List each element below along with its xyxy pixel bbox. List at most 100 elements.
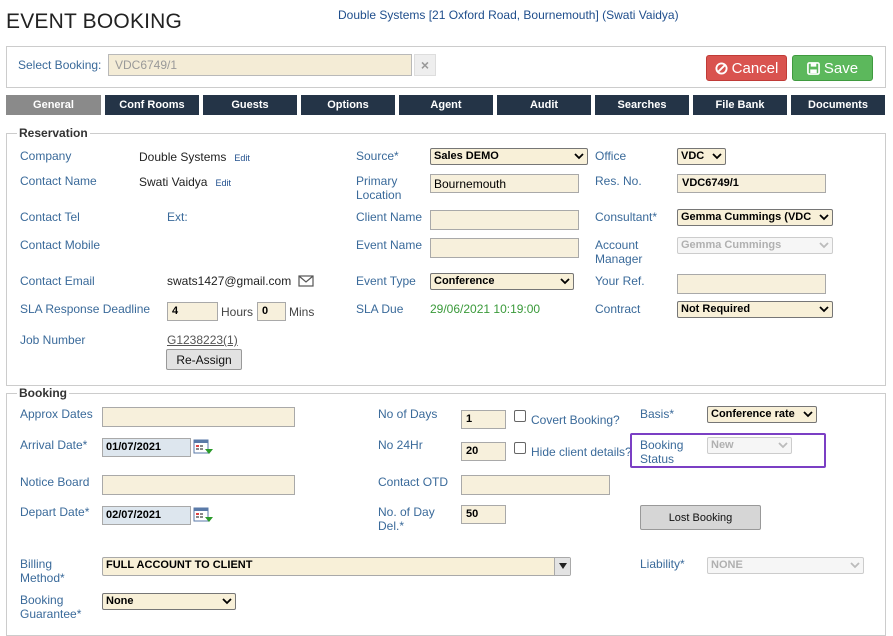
tab-agent[interactable]: Agent [399,95,493,115]
billing-method-label-line1: Billing [20,557,53,571]
booking-status-label-line1: Booking [640,438,684,452]
source-select[interactable]: Sales DEMO [430,148,588,165]
notice-board-input[interactable] [102,475,295,495]
account-manager-label-line2: Manager [595,252,643,266]
sla-due-value: 29/06/2021 10:19:00 [430,302,541,316]
approx-dates-input[interactable] [102,407,295,427]
your-ref-input[interactable] [677,274,826,294]
client-name-label: Client Name [356,210,423,224]
contact-name-label: Contact Name [20,174,97,188]
booking-guarantee-select[interactable]: None [102,593,236,610]
billing-method-label: Billing Method* [20,557,65,585]
res-no-input[interactable]: VDC6749/1 [677,174,826,193]
basis-label: Basis* [640,407,675,421]
envelope-icon[interactable] [298,275,314,287]
approx-dates-label: Approx Dates [20,407,93,421]
liability-select: NONE [707,557,864,574]
event-type-value: Conference [434,275,495,287]
billing-method-select[interactable]: FULL ACCOUNT TO CLIENT [102,557,571,576]
sla-mins-input[interactable]: 0 [257,302,286,321]
hide-client-details-label: Hide client details? [531,445,632,459]
sla-due-label: SLA Due [356,302,404,316]
source-label: Source* [356,149,399,163]
select-booking-label: Select Booking: [18,58,102,72]
contact-name-edit-link[interactable]: Edit [215,178,231,188]
chevron-down-icon [222,598,232,605]
contact-otd-label: Contact OTD [378,475,449,489]
billing-dropdown-button[interactable] [554,558,570,575]
hide-client-details-checkbox[interactable] [514,442,526,454]
chevron-down-icon [819,306,829,313]
reassign-button[interactable]: Re-Assign [166,349,242,370]
hours-label: Hours [221,305,254,319]
chevron-down-icon [560,278,570,285]
company-label: Company [20,149,72,163]
sla-response-label: SLA Response Deadline [20,302,151,316]
booking-status-value: New [711,439,734,451]
select-booking-input[interactable]: VDC6749/1 [108,54,412,76]
booking-guarantee-value: None [106,595,134,607]
consultant-select[interactable]: Gemma Cummings (VDC [677,209,833,226]
tab-guests[interactable]: Guests [203,95,297,115]
save-button[interactable]: Save [792,55,873,81]
tab-file-bank[interactable]: File Bank [693,95,787,115]
primary-location-input[interactable]: Bournemouth [430,174,579,193]
no-of-days-label: No of Days [378,407,438,421]
tab-searches[interactable]: Searches [595,95,689,115]
depart-date-label: Depart Date* [20,505,90,519]
save-label: Save [823,59,859,77]
office-label: Office [595,149,627,163]
depart-date-input[interactable]: 02/07/2021 [102,506,191,525]
contract-label: Contract [595,302,641,316]
page-title: EVENT BOOKING [6,10,183,33]
reservation-legend: Reservation [19,126,88,140]
covert-booking-label: Covert Booking? [531,413,620,427]
no-24hr-label: No 24Hr [378,438,423,452]
account-manager-value: Gemma Cummings [681,239,782,251]
contact-otd-input[interactable] [461,475,610,495]
chevron-down-icon [803,411,813,418]
tab-conf-rooms[interactable]: Conf Rooms [105,95,199,115]
day-del-label-line1: No. of Day [378,505,435,519]
cancel-button[interactable]: Cancel [706,55,787,81]
calendar-icon[interactable] [193,438,213,456]
chevron-down-icon [778,442,788,449]
no-24hr-input[interactable]: 20 [461,442,506,461]
calendar-icon[interactable] [193,506,213,524]
liability-value: NONE [711,559,743,571]
job-number-link[interactable]: G1238223(1) [167,333,238,347]
primary-location-label: Primary Location [356,174,401,202]
clear-icon[interactable]: × [414,54,436,76]
contact-name-value: Swati Vaidya [139,175,208,189]
client-name-input[interactable] [430,210,579,230]
office-select[interactable]: VDC [677,148,726,165]
event-type-select[interactable]: Conference [430,273,574,290]
contact-tel-label: Contact Tel [20,210,80,224]
no-of-days-input[interactable]: 1 [461,410,506,429]
tab-audit[interactable]: Audit [497,95,591,115]
basis-select[interactable]: Conference rate [707,406,817,423]
company-edit-link[interactable]: Edit [234,153,250,163]
day-del-label-line2: Del.* [378,519,405,533]
lost-booking-button[interactable]: Lost Booking [640,505,761,530]
event-name-input[interactable] [430,238,579,258]
mins-label: Mins [289,305,315,319]
booking-status-select: New [707,437,792,454]
day-del-input[interactable]: 50 [461,505,506,524]
tab-documents[interactable]: Documents [791,95,885,115]
chevron-down-icon [574,153,584,160]
your-ref-label: Your Ref. [595,274,645,288]
source-value: Sales DEMO [434,150,499,162]
arrival-date-input[interactable]: 01/07/2021 [102,438,191,457]
sla-hours-input[interactable]: 4 [167,302,218,321]
account-manager-label: Account Manager [595,238,642,266]
booking-guarantee-label-line1: Booking [20,593,64,607]
tab-general[interactable]: General [6,95,101,115]
covert-booking-checkbox[interactable] [514,410,526,422]
tab-options[interactable]: Options [301,95,395,115]
booking-context: Double Systems [21 Oxford Road, Bournemo… [338,8,679,22]
primary-location-label-line2: Location [356,188,402,202]
contact-email-label: Contact Email [20,274,95,288]
basis-value: Conference rate [711,408,795,420]
contract-select[interactable]: Not Required [677,301,833,318]
